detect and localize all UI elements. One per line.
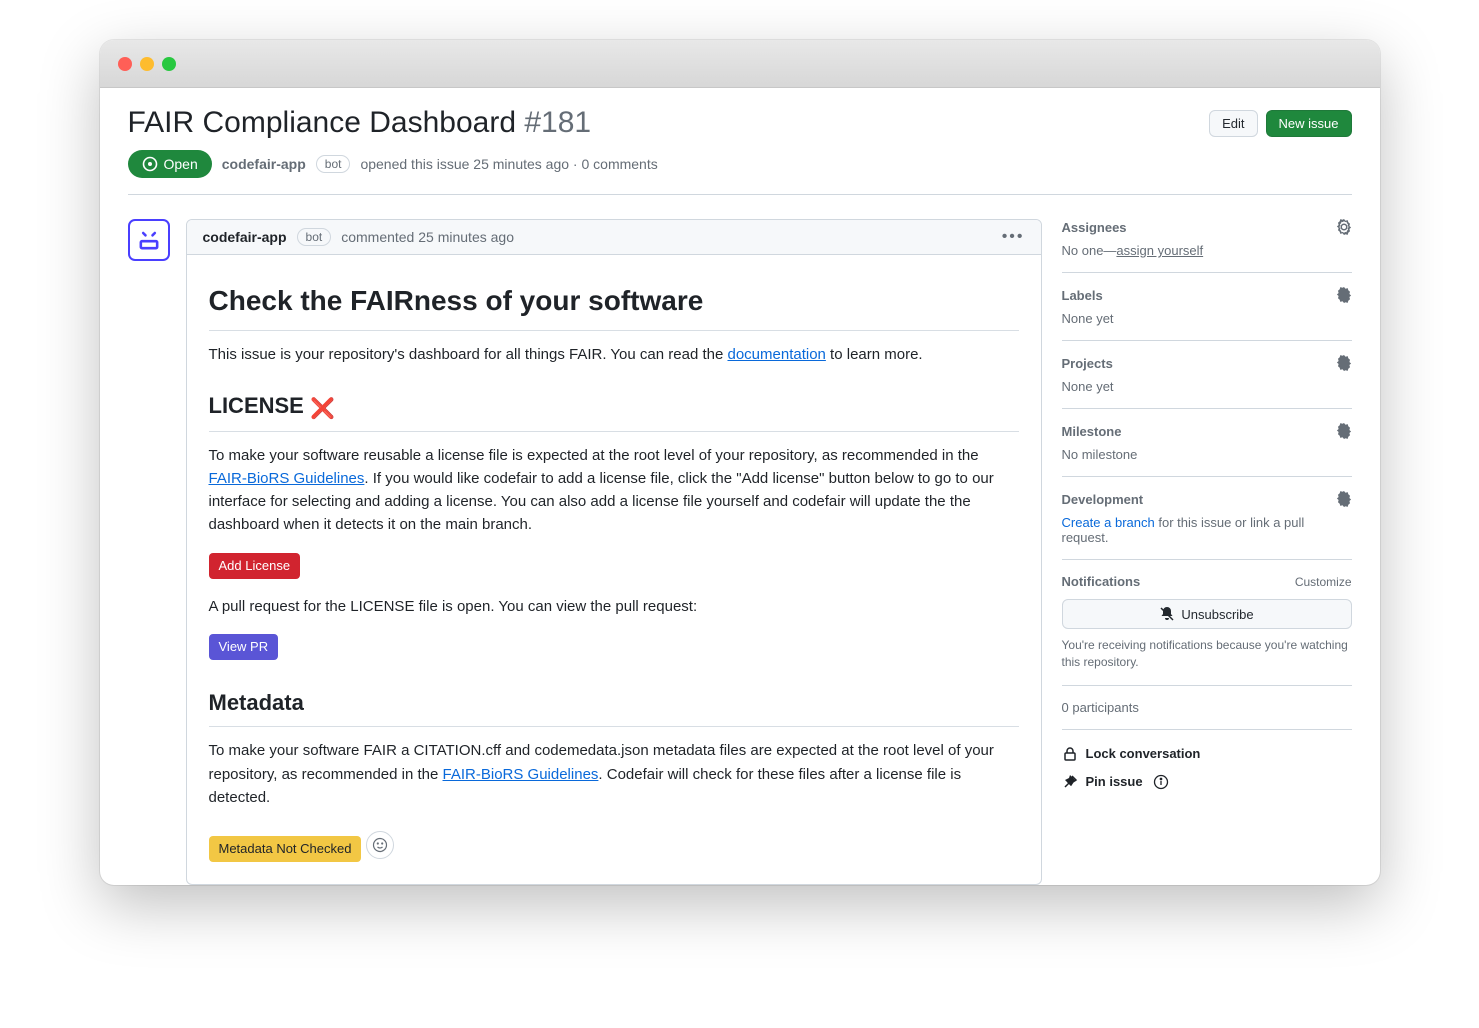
issue-title: FAIR Compliance Dashboard #181 [128,106,592,140]
assignees-value: No one—assign yourself [1062,243,1352,258]
comment-header: codefair-app bot commented 25 minutes ag… [187,220,1041,255]
assign-yourself-link[interactable]: assign yourself [1116,243,1203,258]
development-text: Create a branch for this issue or link a… [1062,515,1352,545]
main-column: codefair-app bot commented 25 minutes ag… [128,219,1042,885]
issue-actions: Lock conversation Pin issue [1062,730,1352,806]
window-minimize-button[interactable] [140,57,154,71]
issue-open-icon [142,156,158,172]
comment-h1: Check the FAIRness of your software [209,279,1019,331]
browser-window: FAIR Compliance Dashboard #181 Edit New … [100,40,1380,885]
projects-title: Projects [1062,356,1113,371]
avatar[interactable] [128,219,170,261]
state-label: Open [164,156,198,172]
intro-paragraph: This issue is your repository's dashboar… [209,343,1019,366]
bell-slash-icon [1159,606,1175,622]
assignees-section: Assignees No one—assign yourself [1062,219,1352,273]
metadata-not-checked-badge: Metadata Not Checked [209,836,362,862]
edit-button[interactable]: Edit [1209,110,1257,137]
license-heading: LICENSE ❌ [209,389,1019,432]
window-close-button[interactable] [118,57,132,71]
lock-icon [1062,746,1078,762]
notifications-title: Notifications [1062,574,1141,589]
gear-icon[interactable] [1336,491,1352,507]
robot-icon [135,226,163,254]
notifications-section: Notifications Customize Unsubscribe You'… [1062,560,1352,686]
comment-box: codefair-app bot commented 25 minutes ag… [186,219,1042,885]
window-zoom-button[interactable] [162,57,176,71]
add-license-button[interactable]: Add License [209,553,301,579]
labels-value: None yet [1062,311,1352,326]
projects-value: None yet [1062,379,1352,394]
labels-title: Labels [1062,288,1103,303]
gear-icon[interactable] [1336,423,1352,439]
pin-issue-button[interactable]: Pin issue [1062,768,1352,796]
comment-bot-badge: bot [297,228,332,246]
notifications-desc: You're receiving notifications because y… [1062,637,1352,671]
fair-biors-link-2[interactable]: FAIR-BioRS Guidelines [443,766,599,783]
labels-section: Labels None yet [1062,273,1352,341]
add-reaction-button[interactable] [366,831,394,859]
issue-header: FAIR Compliance Dashboard #181 Edit New … [128,106,1352,140]
comment-author[interactable]: codefair-app [203,229,287,245]
participants-section: 0 participants [1062,686,1352,730]
lock-conversation-button[interactable]: Lock conversation [1062,740,1352,768]
header-buttons: Edit New issue [1209,110,1351,137]
gear-icon[interactable] [1336,287,1352,303]
gear-icon[interactable] [1336,355,1352,371]
projects-section: Projects None yet [1062,341,1352,409]
sidebar: Assignees No one—assign yourself Labels … [1062,219,1352,806]
pin-icon [1062,774,1078,790]
issue-meta-row: Open codefair-app bot opened this issue … [128,150,1352,195]
page-content: FAIR Compliance Dashboard #181 Edit New … [100,88,1380,885]
bot-badge: bot [316,155,351,173]
comment-menu-button[interactable]: ••• [1002,228,1025,246]
license-paragraph: To make your software reusable a license… [209,444,1019,537]
new-issue-button[interactable]: New issue [1266,110,1352,137]
assignees-title: Assignees [1062,220,1127,235]
milestone-value: No milestone [1062,447,1352,462]
participants-count: 0 participants [1062,700,1352,715]
state-badge-open: Open [128,150,212,178]
comment-body: Check the FAIRness of your software This… [187,255,1041,884]
milestone-title: Milestone [1062,424,1122,439]
pr-text: A pull request for the LICENSE file is o… [209,595,1019,618]
development-title: Development [1062,492,1144,507]
metadata-paragraph: To make your software FAIR a CITATION.cf… [209,739,1019,809]
issue-title-text: FAIR Compliance Dashboard [128,106,517,139]
customize-link[interactable]: Customize [1295,575,1352,589]
cross-mark-icon: ❌ [310,398,335,420]
view-pr-button[interactable]: View PR [209,634,279,660]
create-branch-link[interactable]: Create a branch [1062,515,1155,530]
unsubscribe-button[interactable]: Unsubscribe [1062,599,1352,629]
comment-time: commented 25 minutes ago [341,229,514,245]
issue-number: #181 [524,106,591,139]
metadata-heading: Metadata [209,686,1019,727]
smiley-icon [372,837,388,853]
info-icon [1153,774,1169,790]
development-section: Development Create a branch for this iss… [1062,477,1352,560]
milestone-section: Milestone No milestone [1062,409,1352,477]
issue-author[interactable]: codefair-app [222,156,306,172]
gear-icon[interactable] [1336,219,1352,235]
fair-biors-link[interactable]: FAIR-BioRS Guidelines [209,470,365,487]
issue-opened-text: opened this issue 25 minutes ago · 0 com… [360,156,657,172]
documentation-link[interactable]: documentation [727,346,825,363]
window-titlebar [100,40,1380,88]
issue-layout: codefair-app bot commented 25 minutes ag… [128,219,1352,885]
